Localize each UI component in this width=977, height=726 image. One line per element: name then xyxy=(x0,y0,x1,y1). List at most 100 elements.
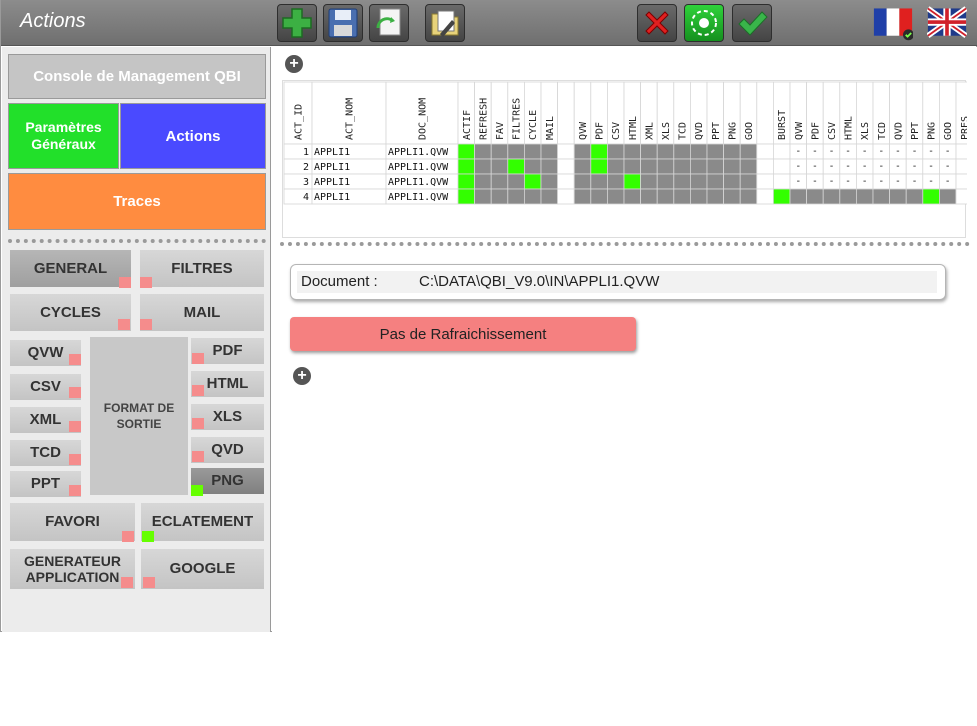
eclatement-label: ECLATEMENT xyxy=(151,513,254,531)
flag-cell xyxy=(523,158,542,175)
flag-cell xyxy=(640,158,658,175)
flag-cell xyxy=(856,188,874,205)
save-button[interactable] xyxy=(323,4,363,42)
column-header: QVW xyxy=(794,121,805,140)
flag-cell xyxy=(706,143,725,160)
flag-cell xyxy=(723,158,741,175)
column-header: CSV xyxy=(827,122,838,140)
reload-button[interactable] xyxy=(684,4,724,42)
format-qvd-indicator xyxy=(192,451,204,462)
flag-dash: - xyxy=(797,176,800,187)
flag-cell xyxy=(939,188,957,205)
console-button[interactable]: Console de Management QBI xyxy=(8,54,266,99)
validate-button[interactable] xyxy=(732,4,772,42)
flag-cell xyxy=(523,188,542,205)
flag-dash: - xyxy=(846,176,849,187)
refresh-mode-button[interactable]: Pas de Rafraichissement xyxy=(290,317,636,351)
flag-cell xyxy=(640,143,658,160)
flag-cell xyxy=(540,173,559,190)
google-button[interactable]: GOOGLE xyxy=(141,549,264,589)
params-label: Paramètres Généraux xyxy=(25,119,102,152)
generateur-indicator xyxy=(121,577,133,588)
flag-cell xyxy=(706,158,725,175)
format-xls-indicator xyxy=(192,418,204,429)
flag-fr-icon xyxy=(873,8,913,41)
format-xml-label: XML xyxy=(29,411,62,429)
save-icon xyxy=(328,8,358,38)
add-button[interactable] xyxy=(277,4,317,42)
flag-cell xyxy=(590,143,608,160)
flag-dash: - xyxy=(946,161,949,172)
flag-cell xyxy=(889,188,907,205)
flag-dash: - xyxy=(813,161,816,172)
flag-cell xyxy=(955,158,967,175)
table-cell-text: APPLI1 xyxy=(314,192,350,203)
flag-cell xyxy=(656,173,675,190)
flag-dash: - xyxy=(813,176,816,187)
flag-cell xyxy=(490,143,509,160)
flag-cell xyxy=(756,143,774,160)
flag-cell xyxy=(673,158,691,175)
column-header: QVD xyxy=(694,122,705,140)
table-cell-text: APPLI1.QVW xyxy=(388,192,449,203)
flag-cell xyxy=(673,143,691,160)
filtres-label: FILTRES xyxy=(171,259,233,277)
document-tools-button[interactable] xyxy=(425,4,465,42)
favori-indicator xyxy=(122,531,134,542)
general-button[interactable]: GENERAL xyxy=(10,250,131,287)
cancel-button[interactable] xyxy=(637,4,677,42)
actions-button[interactable]: Actions xyxy=(120,103,266,169)
flag-cell xyxy=(557,188,575,205)
format-csv-label: CSV xyxy=(30,378,61,396)
flag-cell xyxy=(507,188,525,205)
table-cell-text: 2 xyxy=(303,162,309,173)
flag-cell xyxy=(789,188,808,205)
document-field[interactable]: Document : C:\DATA\QBI_V9.0\IN\APPLI1.QV… xyxy=(290,264,946,300)
column-header: TCD xyxy=(877,122,888,140)
flag-cell xyxy=(507,158,525,175)
flag-cell xyxy=(955,173,967,190)
flag-cell xyxy=(872,188,891,205)
generateur-button[interactable]: GENERATEUR APPLICATION xyxy=(10,549,135,589)
flag-cell xyxy=(623,188,642,205)
flag-cell xyxy=(739,158,758,175)
add-action-icon[interactable]: + xyxy=(285,55,303,73)
column-header: PPT xyxy=(711,122,722,140)
flag-dash: - xyxy=(863,161,866,172)
flag-cell xyxy=(623,158,642,175)
flag-cell xyxy=(590,173,608,190)
lang-fr-button[interactable] xyxy=(873,4,913,42)
filtres-button[interactable]: FILTRES xyxy=(140,250,264,287)
favori-button[interactable]: FAVORI xyxy=(10,503,135,541)
flag-cell xyxy=(656,158,675,175)
format-xml-indicator xyxy=(69,421,81,432)
mail-indicator xyxy=(140,319,152,330)
eclatement-button[interactable]: ECLATEMENT xyxy=(141,503,264,541)
flag-cell xyxy=(457,173,476,190)
flag-cell xyxy=(756,173,774,190)
flag-cell xyxy=(756,158,774,175)
traces-button[interactable]: Traces xyxy=(8,173,266,230)
refresh-doc-button[interactable] xyxy=(369,4,409,42)
column-header: ACTIF xyxy=(462,110,473,140)
column-header: MAIL xyxy=(545,116,556,140)
cycles-button[interactable]: CYCLES xyxy=(10,294,131,331)
window-title: Actions xyxy=(20,10,86,32)
flag-dash: - xyxy=(846,161,849,172)
mail-button[interactable]: MAIL xyxy=(140,294,264,331)
params-button[interactable]: Paramètres Généraux xyxy=(8,103,119,169)
flag-cell xyxy=(756,188,774,205)
filtres-indicator xyxy=(140,277,152,288)
table-cell-text: APPLI1 xyxy=(314,177,350,188)
column-header: ACT_ID xyxy=(294,104,305,140)
actions-table: ACT_ID ACT_NOM DOC_NOM ACTIF REFRESH FAV FILTR… xyxy=(282,80,967,238)
table-cell-text: APPLI1 xyxy=(314,162,350,173)
table-cell-text: 3 xyxy=(303,177,309,188)
add-parameter-icon[interactable]: + xyxy=(293,367,311,385)
flag-cell xyxy=(806,188,824,205)
separator xyxy=(8,239,266,243)
lang-uk-button[interactable] xyxy=(927,4,967,42)
column-header: CYCLE xyxy=(528,110,539,140)
flag-cell xyxy=(739,173,758,190)
flag-cell xyxy=(490,188,509,205)
